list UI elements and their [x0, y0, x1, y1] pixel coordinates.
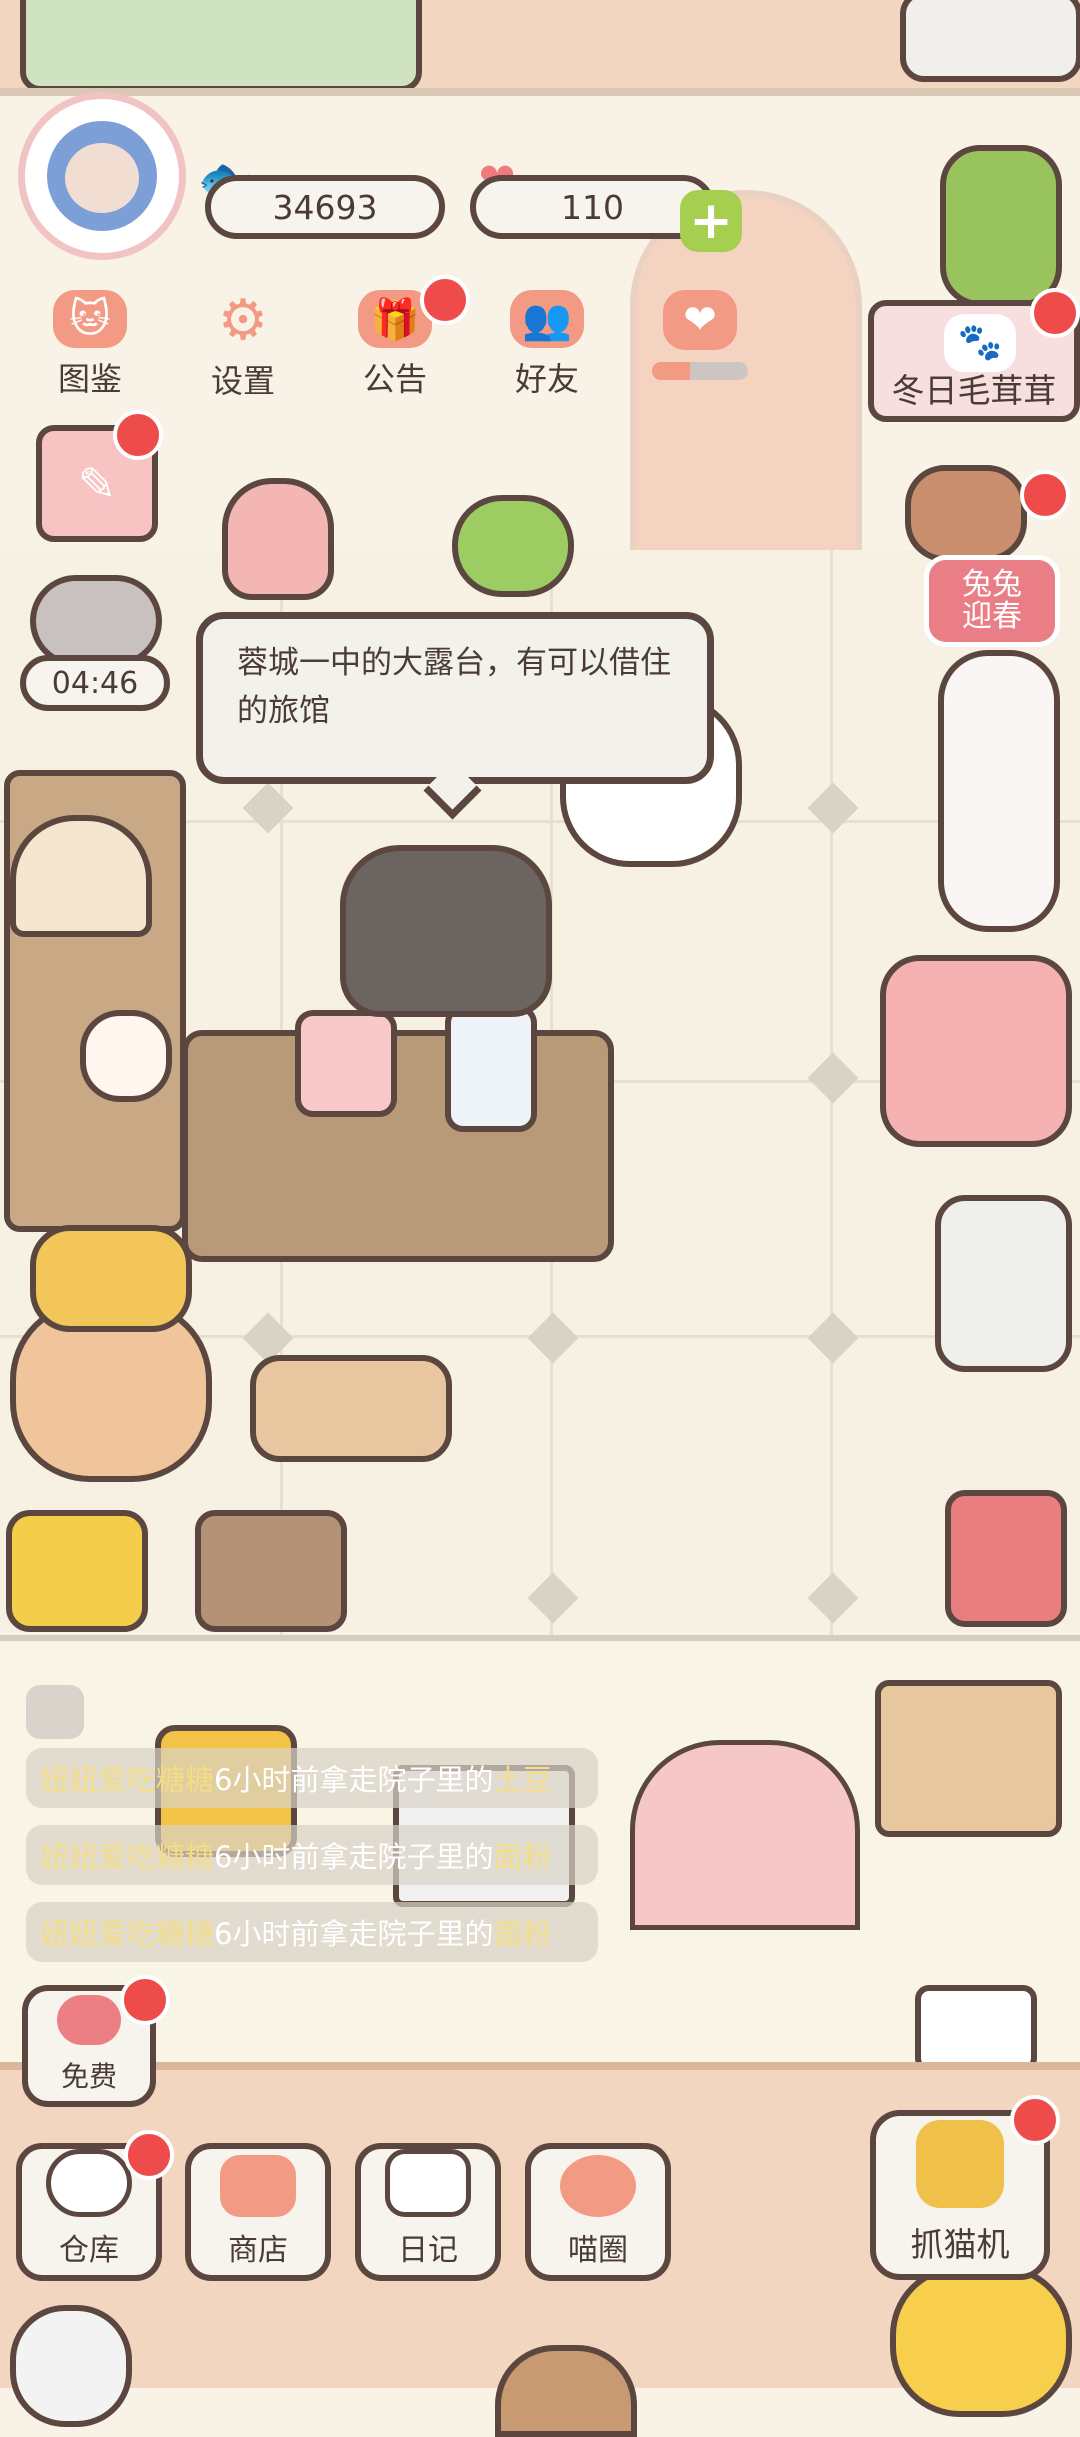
event-badge-line1: 兔兔 — [962, 567, 1022, 602]
collection-button[interactable]: 🐱 图鉴 — [30, 290, 150, 400]
log-item: 面粉 — [493, 1840, 552, 1874]
strawberry-cake[interactable] — [880, 955, 1072, 1147]
settings-button[interactable]: ⚙ 设置 — [183, 287, 303, 401]
bunny-tower[interactable] — [938, 650, 1060, 932]
log-action: 6小时前拿走院子里的 — [214, 1763, 494, 1797]
cat-speech-bubble[interactable]: 蓉城一中的大露台，有可以借住的旅馆 — [196, 612, 714, 784]
pink-curtain-door[interactable] — [630, 1740, 860, 1930]
task-progress-bar — [652, 362, 748, 380]
shop-icon — [220, 2155, 296, 2217]
event-notification-dot — [1030, 288, 1080, 338]
coin-counter: 34693 — [205, 175, 445, 239]
claw-notification-dot — [1010, 2095, 1060, 2145]
pencil-icon: ✎ — [77, 456, 117, 511]
diary-icon — [385, 2149, 471, 2217]
announcement-label: 公告 — [362, 360, 427, 398]
cutting-board[interactable] — [250, 1355, 452, 1462]
heart-gift-icon — [57, 1995, 121, 2045]
doll-plush[interactable] — [222, 478, 334, 600]
frog-plush[interactable] — [452, 495, 574, 597]
log-item: 土豆 — [493, 1763, 552, 1797]
free-label: 免费 — [60, 2060, 117, 2093]
event-banner-label: 冬日毛茸茸 — [891, 371, 1057, 410]
chat-toggle-icon[interactable] — [26, 1685, 84, 1739]
heart-counter: 110 — [470, 175, 715, 239]
log-player-name: 妞妞爱吃糖糖 — [40, 1917, 215, 1951]
collection-label: 图鉴 — [57, 360, 122, 398]
cat-planet-icon — [560, 2155, 636, 2217]
warehouse-notification-dot — [124, 2130, 174, 2180]
dragon-toy[interactable] — [30, 1225, 192, 1332]
free-notification-dot — [120, 1975, 170, 2025]
add-hearts-button[interactable]: + — [680, 190, 742, 252]
duck-plush[interactable] — [890, 2265, 1072, 2417]
log-item: 面粉 — [493, 1917, 552, 1951]
notice-board[interactable] — [875, 1680, 1062, 1837]
gear-icon: ⚙ — [217, 287, 269, 353]
friends-label: 好友 — [514, 360, 579, 398]
warehouse-label: 仓库 — [59, 2233, 119, 2268]
announcement-notification-dot — [420, 275, 470, 325]
wall-trim — [0, 88, 1080, 96]
activity-log-row: 妞妞爱吃糖糖 6小时前拿走院子里的 面粉 — [26, 1825, 598, 1885]
heart-task-button[interactable]: ❤ — [640, 290, 760, 400]
claw-machine-label: 抓猫机 — [910, 2225, 1010, 2264]
trash-can[interactable] — [935, 1195, 1072, 1372]
window-decoration — [20, 0, 422, 92]
cat-circle-label: 喵圈 — [568, 2233, 628, 2268]
teapot[interactable] — [80, 1010, 172, 1102]
edit-notification-dot — [113, 410, 163, 460]
diary-button[interactable]: 日记 — [355, 2143, 501, 2281]
milk-carton[interactable] — [445, 1005, 537, 1132]
activity-log-row: 妞妞爱吃糖糖 6小时前拿走院子里的 面粉 — [26, 1902, 598, 1962]
desk-lamp[interactable] — [915, 1985, 1037, 2072]
mouse-plush[interactable] — [30, 575, 162, 667]
cake-dome[interactable] — [10, 815, 152, 937]
air-conditioner — [900, 0, 1080, 82]
mug[interactable] — [295, 1010, 397, 1117]
friends-button[interactable]: 👥 好友 — [487, 290, 607, 400]
shop-label: 商店 — [228, 2233, 288, 2268]
log-player-name: 妞妞爱吃糖糖 — [40, 1763, 215, 1797]
cat-circle-button[interactable]: 喵圈 — [525, 2143, 671, 2281]
settings-label: 设置 — [210, 362, 275, 400]
kitchen-counter[interactable] — [182, 1030, 614, 1262]
log-action: 6小时前拿走院子里的 — [214, 1917, 494, 1951]
spring-event-notification-dot — [1020, 470, 1070, 520]
owl-plush[interactable] — [10, 2305, 132, 2427]
friends-icon: 👥 — [510, 290, 584, 348]
player-avatar[interactable] — [18, 92, 186, 260]
orange-cat-peek[interactable] — [495, 2345, 637, 2437]
event-badge-line2: 迎春 — [962, 599, 1022, 634]
task-progress-fill — [652, 362, 691, 380]
log-player-name: 妞妞爱吃糖糖 — [40, 1840, 215, 1874]
monkey-decoration — [905, 465, 1027, 562]
potted-plant[interactable] — [940, 145, 1062, 307]
avatar-face — [47, 121, 157, 231]
shop-button[interactable]: 商店 — [185, 2143, 331, 2281]
diary-label: 日记 — [398, 2233, 458, 2268]
countdown-timer: 04:46 — [20, 655, 170, 711]
radio[interactable] — [6, 1510, 148, 1632]
dustpan[interactable] — [195, 1510, 347, 1632]
game-console[interactable] — [945, 1490, 1067, 1627]
gray-cat[interactable] — [340, 845, 552, 1017]
log-action: 6小时前拿走院子里的 — [214, 1840, 494, 1874]
cat-book-icon: 🐱 — [53, 290, 127, 348]
broken-heart-icon: ❤ — [663, 290, 737, 350]
activity-log-row: 妞妞爱吃糖糖 6小时前拿走院子里的 土豆 — [26, 1748, 598, 1808]
claw-icon — [916, 2120, 1004, 2208]
bunny-spring-event-button[interactable]: 兔兔 迎春 — [924, 555, 1060, 647]
warehouse-icon — [46, 2149, 132, 2217]
